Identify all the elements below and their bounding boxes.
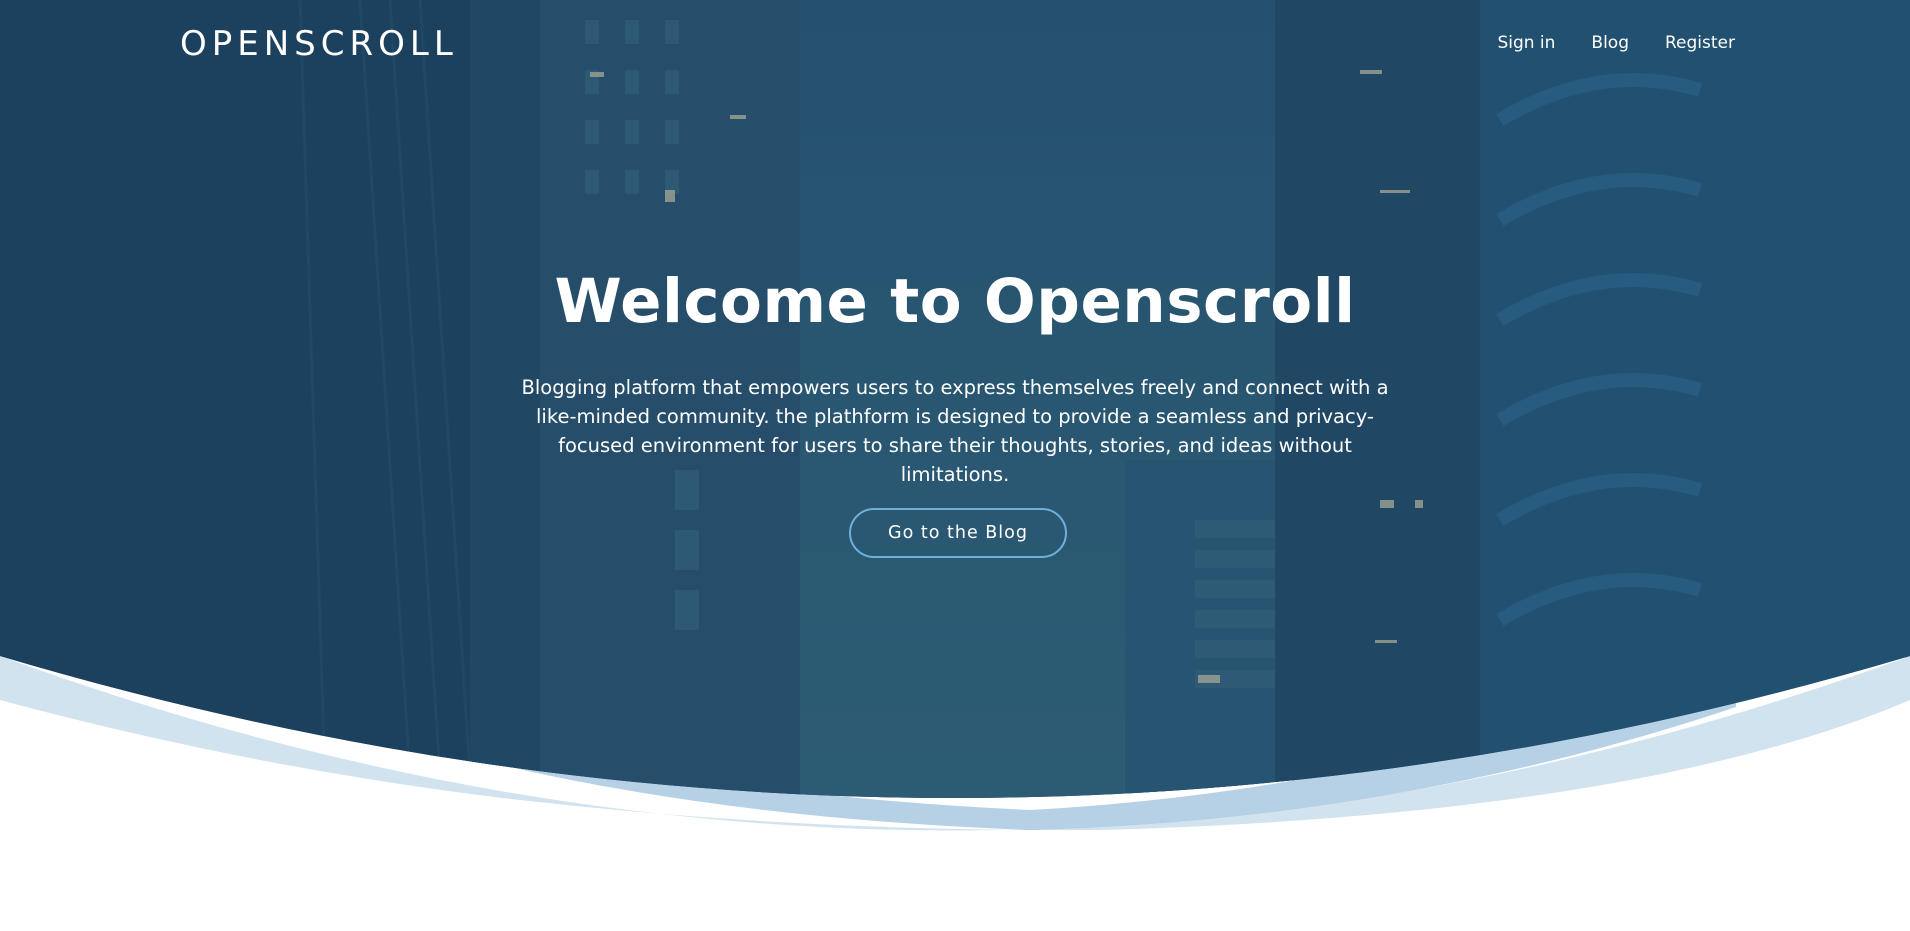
hero-description: Blogging platform that empowers users to… (521, 376, 1389, 486)
nav-blog-link[interactable]: Blog (1591, 33, 1629, 53)
navbar: OPENSCROLL Sign in Blog Register (0, 0, 1910, 90)
brand-logo[interactable]: OPENSCROLL (180, 24, 458, 64)
hero-section: OPENSCROLL Sign in Blog Register Welcome… (0, 0, 1910, 931)
nav-register-link[interactable]: Register (1665, 33, 1735, 53)
nav-sign-in-link[interactable]: Sign in (1497, 33, 1555, 53)
go-to-blog-button[interactable]: Go to the Blog (849, 508, 1067, 558)
nav-links: Sign in Blog Register (1461, 33, 1735, 53)
hero-title: Welcome to Openscroll (554, 266, 1356, 337)
